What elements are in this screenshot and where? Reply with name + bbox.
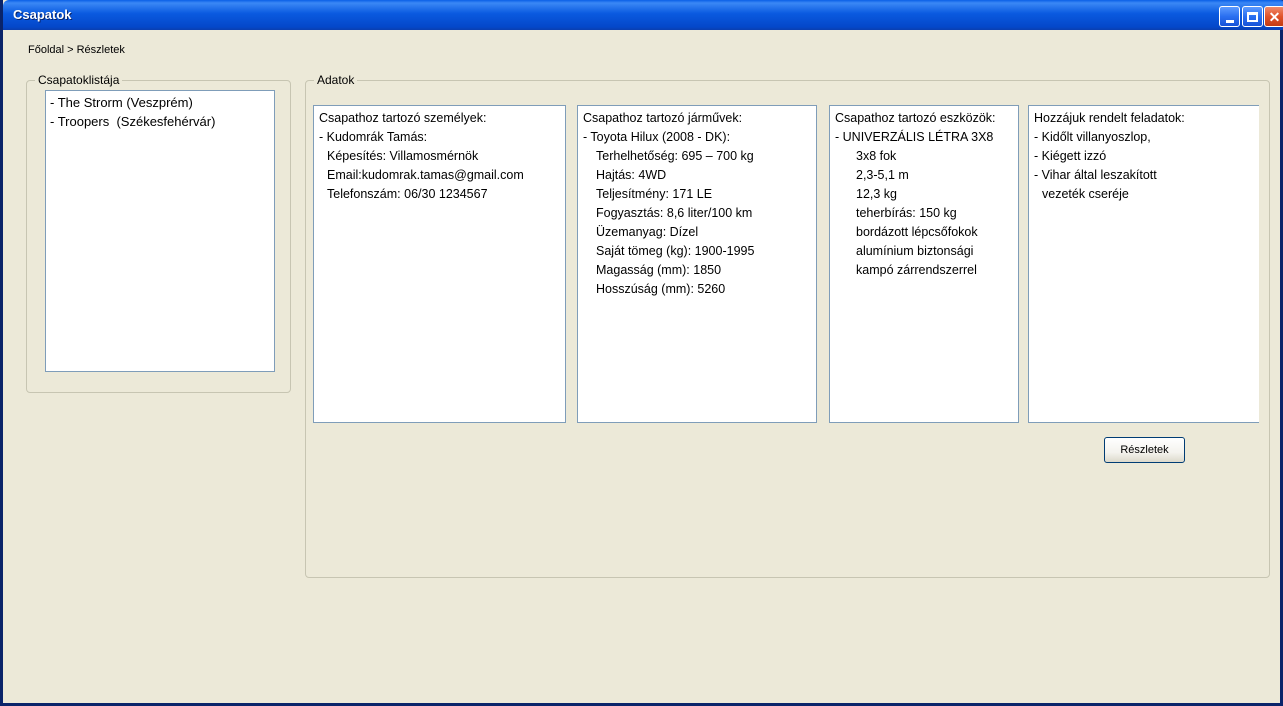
person-name: - Kudomrák Tamás: — [319, 130, 428, 144]
tool-spec: kampó zárrendszerrel — [856, 263, 977, 277]
people-heading: Csapathoz tartozó személyek: — [319, 111, 487, 125]
title-bar[interactable]: Csapatok ✕ — [3, 0, 1283, 30]
close-icon: ✕ — [1268, 8, 1281, 25]
vehicle-spec: Hajtás: 4WD — [596, 168, 667, 182]
people-panel[interactable]: Csapathoz tartozó személyek: - Kudomrák … — [313, 105, 566, 423]
vehicle-spec: Terhelhetőség: 695 – 700 kg — [596, 149, 754, 163]
task-item: - Kidőlt villanyoszlop, — [1034, 130, 1151, 144]
vehicle-spec: Fogyasztás: 8,6 liter/100 km — [596, 206, 753, 220]
team-list-item[interactable]: - The Strorm (Veszprém) — [50, 93, 270, 112]
vehicles-panel[interactable]: Csapathoz tartozó járművek: - Toyota Hil… — [577, 105, 817, 423]
tool-spec: 3x8 fok — [856, 149, 897, 163]
minimize-button[interactable] — [1219, 6, 1240, 27]
task-item: - Kiégett izzó — [1034, 149, 1107, 163]
tool-spec: bordázott lépcsőfokok — [856, 225, 978, 239]
vehicle-spec: Saját tömeg (kg): 1900-1995 — [596, 244, 755, 258]
window-title: Csapatok — [13, 7, 72, 22]
minimize-icon — [1225, 19, 1234, 23]
vehicle-name: - Toyota Hilux (2008 - DK): — [583, 130, 731, 144]
task-item-continuation: vezeték cseréje — [1042, 187, 1129, 201]
vehicle-spec: Teljesítmény: 171 LE — [596, 187, 713, 201]
tasks-panel[interactable]: Hozzájuk rendelt feladatok: - Kidőlt vil… — [1028, 105, 1259, 423]
person-email: Email:kudomrak.tamas@gmail.com — [327, 168, 524, 182]
close-button[interactable]: ✕ — [1264, 6, 1283, 27]
tool-name: - UNIVERZÁLIS LÉTRA 3X8 — [835, 130, 994, 144]
data-group-legend: Adatok — [317, 73, 355, 87]
tool-spec: teherbírás: 150 kg — [856, 206, 957, 220]
vehicle-spec: Magasság (mm): 1850 — [596, 263, 722, 277]
app-window: Csapatok ✕ Főoldal > Részletek Csapatokl… — [0, 0, 1283, 706]
tools-panel[interactable]: Csapathoz tartozó eszközök: - UNIVERZÁLI… — [829, 105, 1019, 423]
vehicles-heading: Csapathoz tartozó járművek: — [583, 111, 743, 125]
team-list-item[interactable]: - Troopers (Székesfehérvár) — [50, 112, 270, 131]
teams-group-legend: Csapatoklistája — [38, 73, 120, 87]
breadcrumb: Főoldal > Részletek — [28, 44, 125, 56]
tools-heading: Csapathoz tartozó eszközök: — [835, 111, 996, 125]
tasks-heading: Hozzájuk rendelt feladatok: — [1034, 111, 1185, 125]
person-phone: Telefonszám: 06/30 1234567 — [327, 187, 488, 201]
teams-listbox[interactable]: - The Strorm (Veszprém) - Troopers (Szék… — [45, 90, 275, 372]
vehicle-spec: Üzemanyag: Dízel — [596, 225, 699, 239]
details-button[interactable]: Részletek — [1104, 437, 1185, 463]
vehicle-spec: Hosszúság (mm): 5260 — [596, 282, 726, 296]
tool-spec: 2,3-5,1 m — [856, 168, 909, 182]
task-item: - Vihar által leszakított — [1034, 168, 1157, 182]
maximize-button[interactable] — [1242, 6, 1263, 27]
person-qualification: Képesítés: Villamosmérnök — [327, 149, 479, 163]
maximize-icon — [1247, 11, 1258, 22]
tool-spec: alumínium biztonsági — [856, 244, 974, 258]
tool-spec: 12,3 kg — [856, 187, 898, 201]
